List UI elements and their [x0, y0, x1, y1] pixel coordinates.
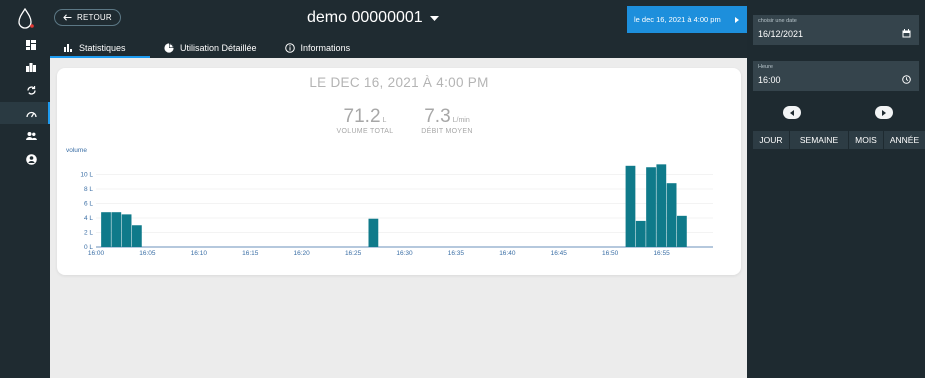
rail-item-alerts[interactable]: [0, 79, 50, 101]
tab-label: Informations: [300, 43, 351, 53]
caret-down-icon: [429, 15, 439, 21]
tab-statistiques[interactable]: Statistiques: [50, 38, 150, 58]
info-icon: [284, 43, 295, 53]
device-selector[interactable]: demo 00000001: [307, 9, 439, 27]
chart-bar: [111, 212, 122, 247]
time-field-value: 16:00: [758, 75, 781, 85]
chart-bar: [666, 183, 677, 247]
x-tick-label: 16:55: [653, 250, 670, 257]
back-button[interactable]: RETOUR: [54, 9, 121, 26]
avg-flow-unit: L/min: [452, 117, 470, 124]
chart-bar: [368, 218, 379, 247]
dashboard-icon: [26, 40, 36, 50]
rail-item-account[interactable]: [0, 148, 50, 170]
total-volume-value: 71.2: [343, 106, 381, 127]
caret-left-icon: [790, 109, 794, 116]
stats-card: LE DEC 16, 2021 À 4:00 PM 71.2 L VOLUME T…: [57, 68, 741, 275]
chart-bar: [131, 225, 142, 247]
tab-label: Utilisation Détaillée: [180, 43, 257, 53]
tab-label: Statistiques: [79, 43, 126, 53]
chart-bar: [656, 164, 667, 247]
period-month-button[interactable]: MOIS: [849, 131, 884, 149]
gauge-icon: [26, 111, 37, 117]
bar-chart-icon: [64, 44, 72, 52]
chart-bar: [101, 212, 111, 247]
date-field-value: 16/12/2021: [758, 29, 804, 39]
calendar-icon[interactable]: [902, 29, 911, 38]
date-picker-label: le dec 16, 2021 à 4:00 pm: [634, 15, 721, 24]
bar-stats-icon: [26, 63, 36, 72]
avg-flow-stat: 7.3 L/min DÉBIT MOYEN: [407, 106, 487, 135]
x-tick-label: 16:15: [242, 250, 259, 257]
time-field-label: Heure: [758, 64, 773, 70]
total-volume-caption: VOLUME TOTAL: [336, 128, 394, 135]
chart-bar: [635, 220, 646, 247]
x-tick-label: 16:50: [602, 250, 619, 257]
next-period-button[interactable]: [875, 106, 893, 119]
avg-flow-value: 7.3: [424, 106, 451, 127]
avg-flow-caption: DÉBIT MOYEN: [421, 128, 473, 135]
users-icon: [26, 132, 37, 140]
y-tick-label: 6 L: [84, 201, 93, 208]
card-title: LE DEC 16, 2021 À 4:00 PM: [309, 75, 489, 90]
period-week-button[interactable]: SEMAINE: [790, 131, 849, 149]
device-title: demo 00000001: [307, 9, 423, 26]
chart-bar: [677, 215, 687, 247]
y-tick-label: 2 L: [84, 230, 93, 237]
right-panel: choisir une date 16/12/2021 Heure 16:00 …: [747, 0, 925, 378]
time-field[interactable]: Heure 16:00: [753, 61, 919, 91]
caret-right-icon: [882, 109, 886, 116]
rail-item-dashboard[interactable]: [0, 34, 50, 56]
rail-item-users[interactable]: [0, 125, 50, 147]
chart-bar: [121, 214, 132, 247]
volume-bar-chart: volume0 L2 L4 L6 L8 L10 L16:00 16:05 16:10…: [66, 147, 713, 257]
y-axis-label: volume: [66, 147, 87, 154]
period-day-button[interactable]: JOUR: [753, 131, 790, 149]
previous-period-button[interactable]: [783, 106, 801, 119]
y-tick-label: 8 L: [84, 186, 93, 193]
x-tick-label: 16:45: [551, 250, 568, 257]
top-bar: RETOUR demo 00000001 le dec 16, 2021 à 4…: [50, 0, 747, 58]
account-circle-icon: [26, 153, 37, 165]
date-picker-button[interactable]: le dec 16, 2021 à 4:00 pm: [627, 6, 747, 33]
period-selector: JOUR SEMAINE MOIS ANNÉE: [753, 131, 925, 149]
clock-icon[interactable]: [902, 75, 911, 84]
back-button-label: RETOUR: [77, 13, 112, 22]
x-tick-label: 16:10: [191, 250, 208, 257]
x-tick-label: 16:40: [499, 250, 516, 257]
main-content: LE DEC 16, 2021 À 4:00 PM 71.2 L VOLUME T…: [50, 58, 747, 378]
y-tick-label: 4 L: [84, 215, 93, 222]
date-field[interactable]: choisir une date 16/12/2021: [753, 15, 919, 45]
tab-bar: Statistiques Utilisation Détaillée Infor…: [50, 38, 364, 58]
x-tick-label: 16:35: [448, 250, 465, 257]
x-tick-label: 16:30: [396, 250, 413, 257]
chart-bar: [625, 165, 636, 247]
caret-right-icon: [735, 16, 739, 23]
refresh-cycle-icon: [27, 85, 36, 95]
pie-chart-icon: [164, 43, 174, 53]
water-drop-logo-icon[interactable]: [12, 6, 38, 32]
nav-rail: [0, 0, 50, 378]
period-year-button[interactable]: ANNÉE: [884, 131, 925, 149]
x-tick-label: 16:05: [139, 250, 156, 257]
y-tick-label: 10 L: [80, 172, 93, 179]
rail-item-analytics[interactable]: [0, 56, 50, 78]
x-tick-label: 16:00: [88, 250, 105, 257]
arrow-left-icon: [63, 14, 72, 21]
chart-bar: [646, 167, 656, 247]
rail-item-gauge[interactable]: [0, 102, 50, 124]
x-tick-label: 16:20: [294, 250, 311, 257]
total-volume-stat: 71.2 L VOLUME TOTAL: [325, 106, 405, 135]
date-field-label: choisir une date: [758, 18, 797, 24]
total-volume-unit: L: [382, 117, 387, 124]
x-tick-label: 16:25: [345, 250, 362, 257]
tab-utilisation[interactable]: Utilisation Détaillée: [150, 38, 271, 58]
tab-informations[interactable]: Informations: [271, 38, 365, 58]
